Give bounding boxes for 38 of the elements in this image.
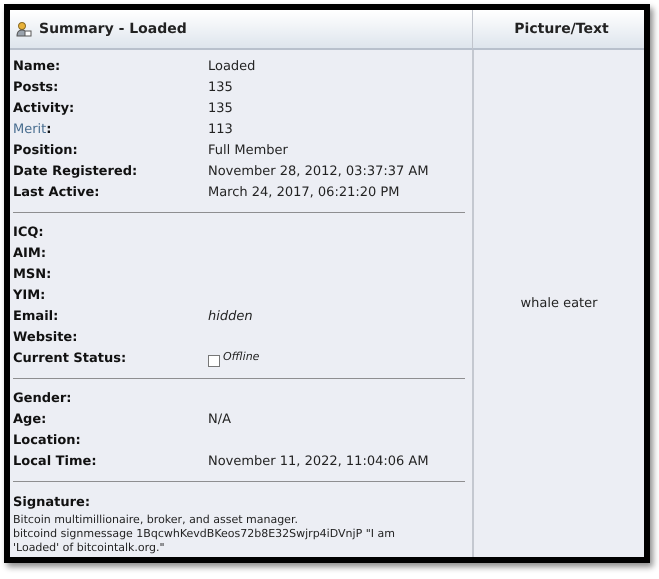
signature-text: 'Loaded' of bitcointalk.org." [13,541,166,555]
personal-text: whale eater [520,296,598,311]
field-value: November 28, 2012, 03:37:37 AM [208,164,430,179]
field-label: Email: [13,309,60,324]
field-label: AIM: [13,246,48,261]
field-label: Name: [13,59,62,74]
field-label: ICQ: [13,225,45,240]
field-label: Position: [13,143,79,158]
field-value: hidden [208,309,254,324]
field-label: Activity: [13,101,76,116]
summary-title: Summary - Loaded [39,21,187,37]
field-label: Posts: [13,80,60,95]
field-value: N/A [208,412,232,427]
field-label: Location: [13,433,82,448]
user-icon [16,21,32,37]
field-value: 135 [208,101,234,116]
field-label: Gender: [13,391,72,406]
field-label: Merit: [13,122,52,137]
signature-label: Signature: [13,495,90,510]
status-icon [208,355,220,367]
field-label: Last Active: [13,185,100,200]
field-value: November 11, 2022, 11:04:06 AM [208,454,430,469]
signature-text: bitcoind signmessage 1BqcwhKevdBKeos72b8E32Swjrp4iDVnjP "I am [13,527,396,541]
field-label: Current Status: [13,351,128,366]
field-value: 113 [208,122,234,137]
status-text: Offline [223,350,260,363]
field-value: Loaded [208,59,256,74]
field-label: MSN: [13,267,52,282]
field-label: Age: [13,412,48,427]
field-label: YIM: [13,288,46,303]
field-value: 135 [208,80,234,95]
field-value: Full Member [208,143,289,158]
column-heading: Picture/Text [514,21,609,37]
field-label: Local Time: [13,454,98,469]
field-label: Website: [13,330,78,345]
signature-text: Bitcoin multimillionaire, broker, and asset manager. [13,513,299,527]
field-value: March 24, 2017, 06:21:20 PM [208,185,400,200]
field-label: Date Registered: [13,164,138,179]
